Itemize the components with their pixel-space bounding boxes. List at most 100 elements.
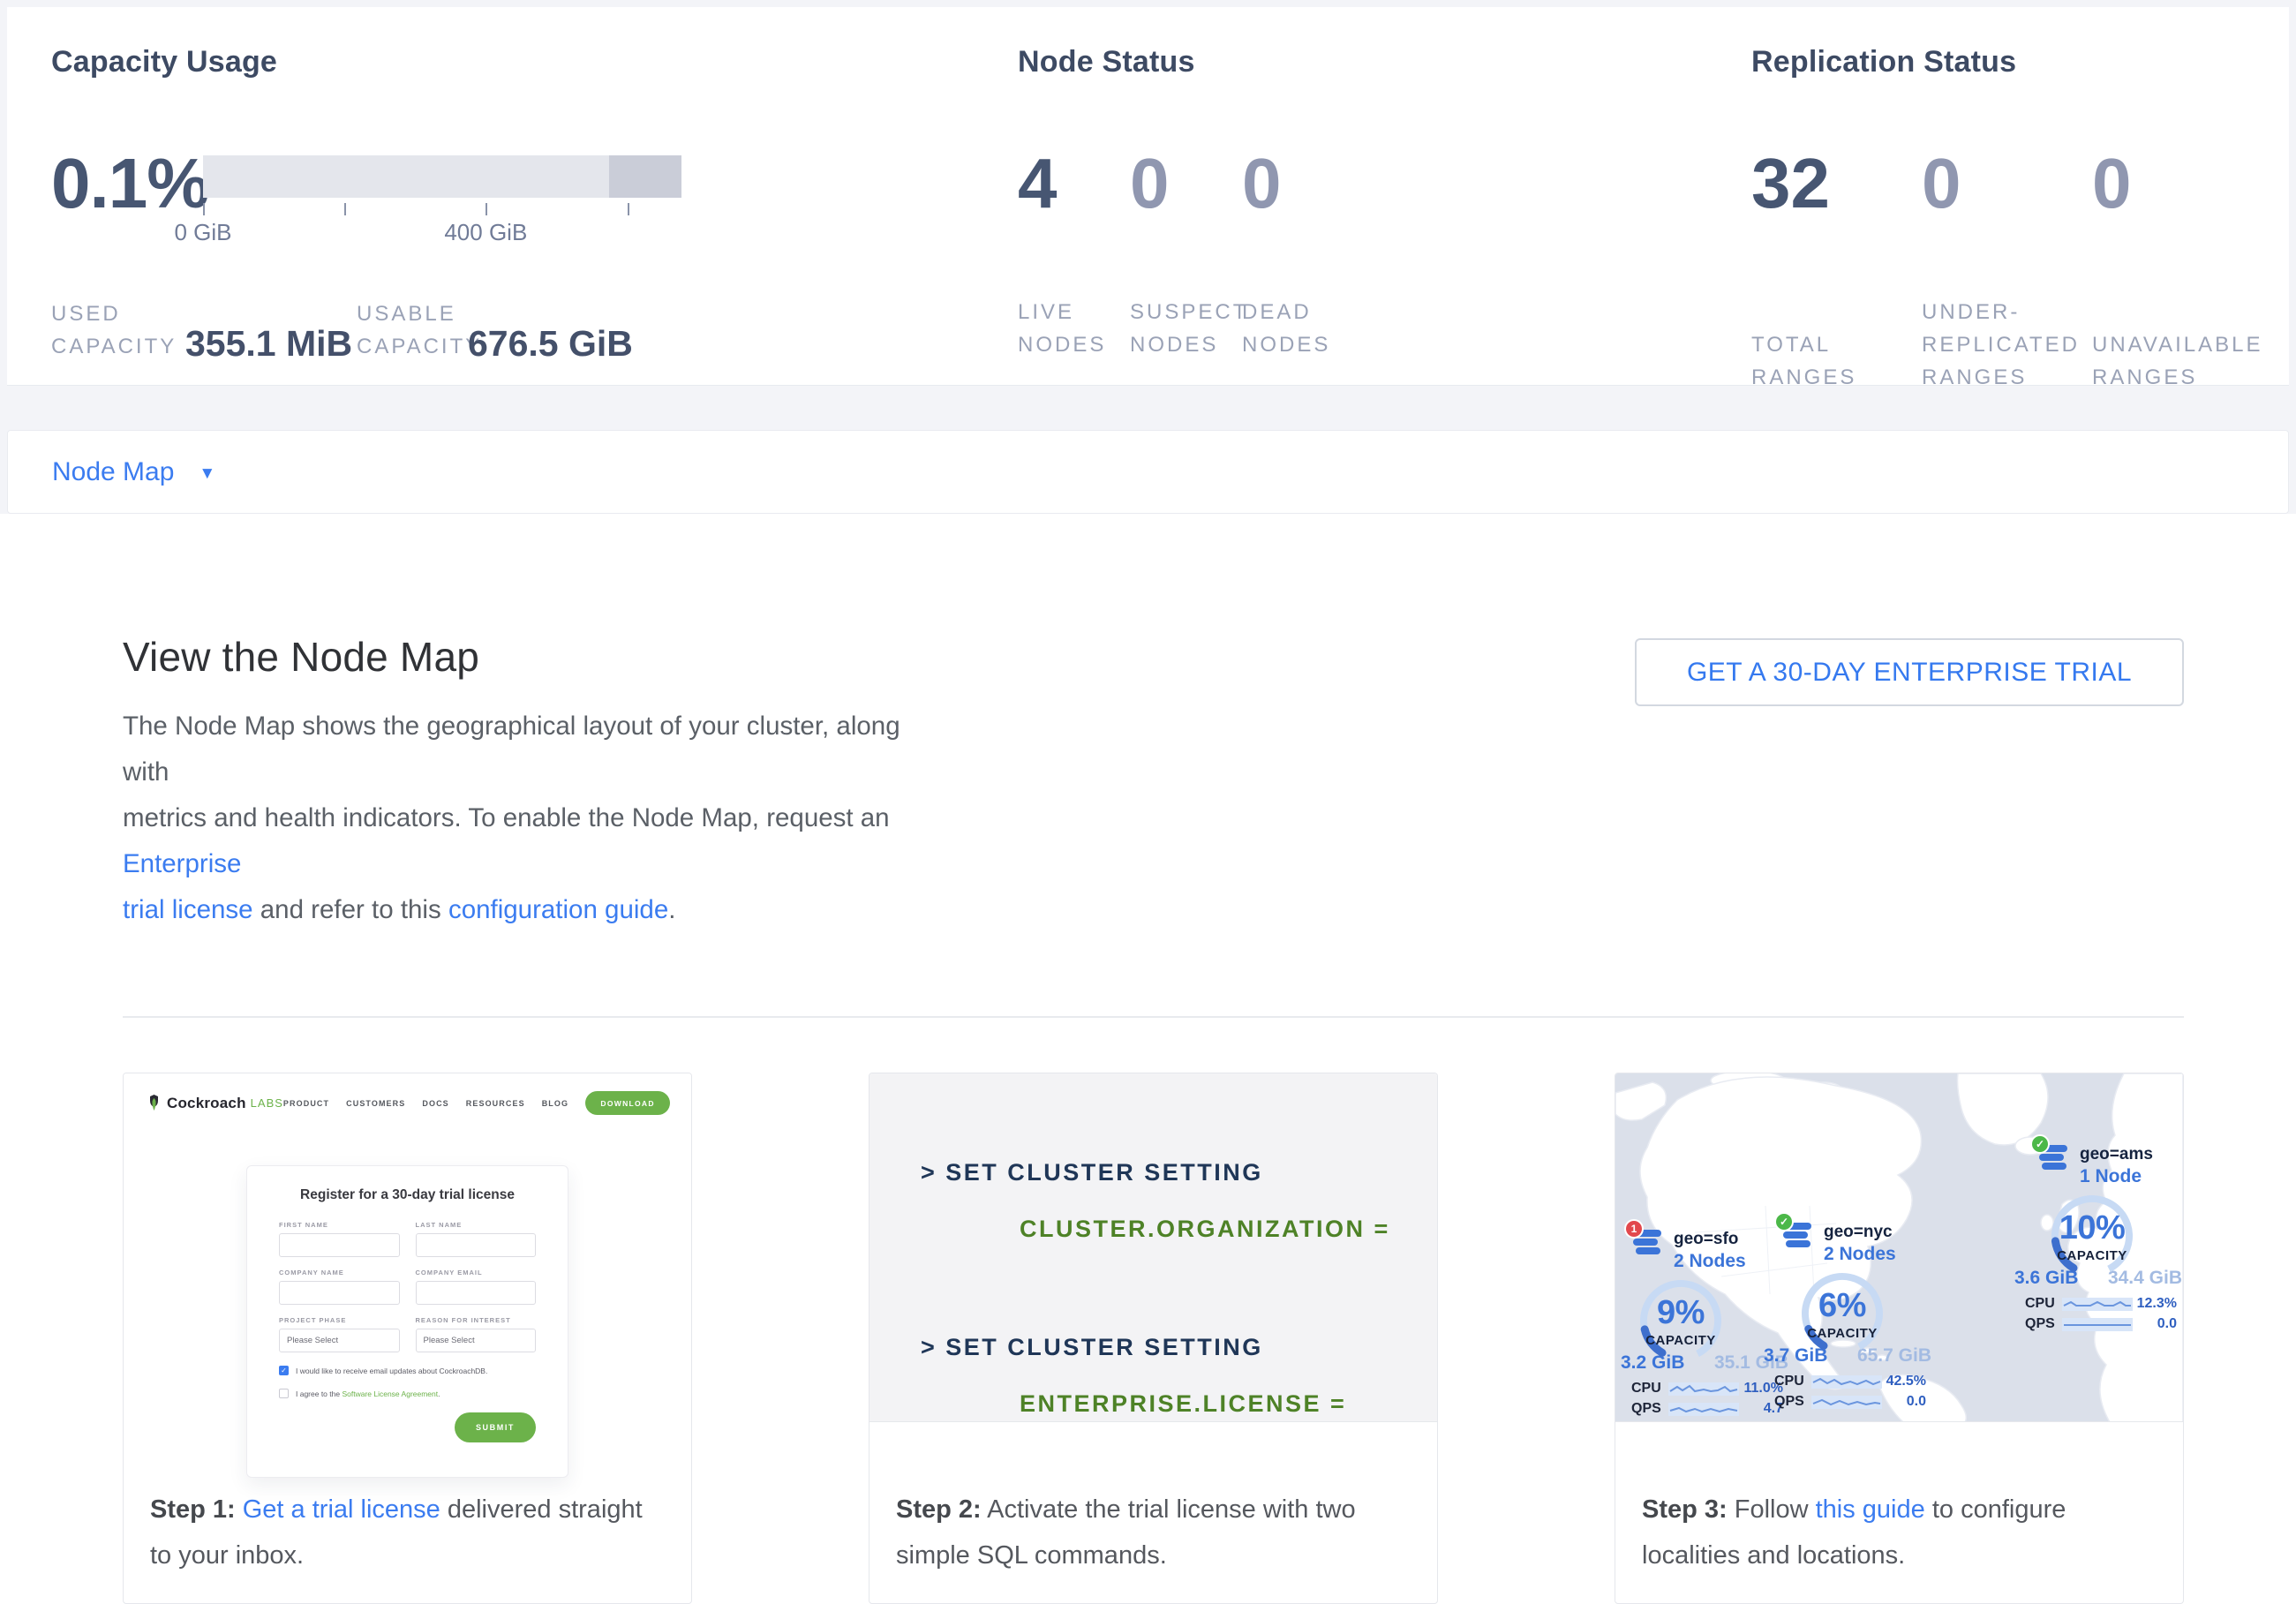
sql-line-4: ENTERPRISE.LICENSE = <box>1020 1389 1437 1419</box>
cpu-value: 42.5% <box>1886 1374 1926 1389</box>
project-phase-label: PROJECT PHASE <box>279 1316 400 1324</box>
capacity-bar: 0 GiB 400 GiB <box>203 148 681 247</box>
get-enterprise-trial-button[interactable]: GET A 30-DAY ENTERPRISE TRIAL <box>1635 638 2184 706</box>
unavailable-ranges-label: UNAVAILABLE RANGES <box>2092 328 2262 394</box>
total-ranges-label: TOTAL RANGES <box>1751 328 1922 394</box>
step-2-card: > SET CLUSTER SETTING CLUSTER.ORGANIZATI… <box>869 1073 1438 1604</box>
under-replicated-ranges-count: 0 <box>1922 148 2092 219</box>
cpu-label: CPU <box>2025 1296 2062 1312</box>
first-name-label: FIRST NAME <box>279 1221 400 1229</box>
capacity-gauge: 6% CAPACITY <box>1796 1268 1888 1359</box>
map-node-ams: ✓ geo=ams 1 Node <box>2014 1144 2182 1332</box>
capacity-usage-title: Capacity Usage <box>51 44 1018 79</box>
qps-value: 0.0 <box>1907 1394 1926 1410</box>
step-3-card: 1 geo=sfo 2 Nodes <box>1615 1073 2184 1604</box>
locality-name: geo=ams <box>2080 1144 2153 1164</box>
qps-value: 0.0 <box>2157 1316 2177 1332</box>
node-map-dropdown-label[interactable]: Node Map <box>52 457 174 487</box>
company-email-label: COMPANY EMAIL <box>416 1269 537 1276</box>
locality-name: geo=nyc <box>1824 1222 1896 1242</box>
suspect-nodes-count: 0 <box>1130 148 1242 219</box>
capacity-axis-labels: 0 GiB 400 GiB <box>203 219 681 247</box>
license-agreement-checkbox <box>279 1389 289 1398</box>
capacity-axis-ticks <box>203 201 681 217</box>
total-ranges-count: 32 <box>1751 148 1922 219</box>
cockroach-labs-logo: Cockroach LABS <box>147 1094 283 1112</box>
configuration-guide-link[interactable]: configuration guide <box>448 895 668 924</box>
form-title: Register for a 30-day trial license <box>279 1187 536 1203</box>
nav-resources: RESOURCES <box>466 1099 525 1108</box>
db-stack-icon: ✓ <box>1783 1222 1813 1254</box>
step-2-caption: Step 2: Activate the trial license with … <box>896 1487 1414 1578</box>
node-map-enablement-section: View the Node Map The Node Map shows the… <box>0 631 2296 1604</box>
cpu-value: 12.3% <box>2137 1296 2177 1312</box>
step-3-caption: Step 3: Follow this guide to configure l… <box>1642 1487 2160 1578</box>
cluster-summary-panel: Capacity Usage 0.1% 0 GiB 400 Gi <box>7 7 2289 386</box>
used-capacity-metric: USED CAPACITY 355.1 MiB <box>51 297 346 363</box>
sql-line-2: CLUSTER.ORGANIZATION = <box>1020 1214 1437 1244</box>
map-node-nyc: ✓ geo=nyc 2 Nodes <box>1764 1222 1931 1410</box>
cpu-label: CPU <box>1631 1381 1668 1397</box>
license-agreement-text: I agree to the Software License Agreemen… <box>296 1389 440 1398</box>
enterprise-trial-license-link-cont[interactable]: trial license <box>123 895 253 924</box>
gauge-percent: 10% <box>2046 1209 2138 1247</box>
qps-sparkline <box>1811 1396 1882 1409</box>
replication-status-section: Replication Status 32 0 0 TOTAL RANGES U… <box>1751 44 2289 385</box>
nav-product: PRODUCT <box>283 1099 329 1108</box>
section-divider <box>123 1016 2184 1018</box>
locality-node-count: 2 Nodes <box>1674 1249 1746 1273</box>
node-status-title: Node Status <box>1018 44 1751 79</box>
company-email-field <box>416 1281 537 1305</box>
intro-text-block: View the Node Map The Node Map shows the… <box>123 631 952 933</box>
cpu-sparkline <box>1811 1375 1882 1389</box>
get-trial-license-link[interactable]: Get a trial license <box>243 1495 440 1524</box>
db-stack-icon: ✓ <box>2039 1144 2069 1177</box>
gauge-percent: 6% <box>1796 1287 1888 1325</box>
locality-name: geo=sfo <box>1674 1229 1746 1249</box>
nav-customers: CUSTOMERS <box>346 1099 405 1108</box>
this-guide-link[interactable]: this guide <box>1816 1495 1925 1524</box>
page-title: View the Node Map <box>123 631 952 682</box>
nav-blog: BLOG <box>542 1099 568 1108</box>
qps-sparkline <box>2062 1318 2133 1331</box>
warning-count-badge: 1 <box>1624 1219 1644 1239</box>
node-map-dropdown[interactable]: Node Map ▼ <box>7 430 2289 514</box>
gauge-capacity-label: CAPACITY <box>2046 1248 2138 1263</box>
node-map-preview: 1 geo=sfo 2 Nodes <box>1615 1073 2183 1422</box>
healthy-icon: ✓ <box>1774 1212 1794 1231</box>
cpu-sparkline <box>1668 1382 1739 1396</box>
used-capacity-value: 355.1 MiB <box>185 324 346 363</box>
usable-capacity-metric: USABLE CAPACITY 676.5 GiB <box>357 297 633 363</box>
dead-nodes-label: DEAD NODES <box>1242 296 1354 361</box>
submit-pill: SUBMIT <box>455 1412 536 1442</box>
intro-description: The Node Map shows the geographical layo… <box>123 704 952 933</box>
live-nodes-count: 4 <box>1018 148 1130 219</box>
qps-sparkline <box>1668 1403 1739 1416</box>
step-1-card: Cockroach LABS PRODUCT CUSTOMERS DOCS RE… <box>123 1073 692 1604</box>
used-capacity-label: USED CAPACITY <box>51 297 185 363</box>
usable-capacity-value: 676.5 GiB <box>468 324 633 363</box>
enterprise-trial-license-link[interactable]: Enterprise <box>123 849 241 878</box>
email-updates-text: I would like to receive email updates ab… <box>296 1367 487 1375</box>
software-license-agreement-link: Software License Agreement <box>342 1389 438 1398</box>
site-nav: PRODUCT CUSTOMERS DOCS RESOURCES BLOG DO… <box>283 1091 670 1115</box>
replication-status-title: Replication Status <box>1751 44 2289 79</box>
step-1-caption: Step 1: Get a trial license delivered st… <box>150 1487 668 1578</box>
axis-label-400: 400 GiB <box>444 219 527 246</box>
reason-label: REASON FOR INTEREST <box>416 1316 537 1324</box>
company-name-field <box>279 1281 400 1305</box>
capacity-gauge: 9% CAPACITY <box>1635 1275 1727 1367</box>
gauge-capacity-label: CAPACITY <box>1635 1333 1727 1348</box>
cpu-sparkline <box>2062 1298 2133 1311</box>
sql-line-3: > SET CLUSTER SETTING <box>921 1332 1437 1362</box>
cockroachdb-logo-icon <box>147 1094 162 1112</box>
company-name-label: COMPANY NAME <box>279 1269 400 1276</box>
capacity-usage-section: Capacity Usage 0.1% 0 GiB 400 Gi <box>51 44 1018 385</box>
capacity-bar-track <box>203 155 681 198</box>
last-name-field <box>416 1233 537 1257</box>
under-replicated-ranges-label: UNDER- REPLICATED RANGES <box>1922 296 2092 394</box>
email-updates-checkbox: ✓ <box>279 1366 289 1375</box>
suspect-nodes-label: SUSPECT NODES <box>1130 296 1242 361</box>
healthy-icon: ✓ <box>2030 1134 2050 1154</box>
db-stack-icon: 1 <box>1633 1229 1663 1261</box>
